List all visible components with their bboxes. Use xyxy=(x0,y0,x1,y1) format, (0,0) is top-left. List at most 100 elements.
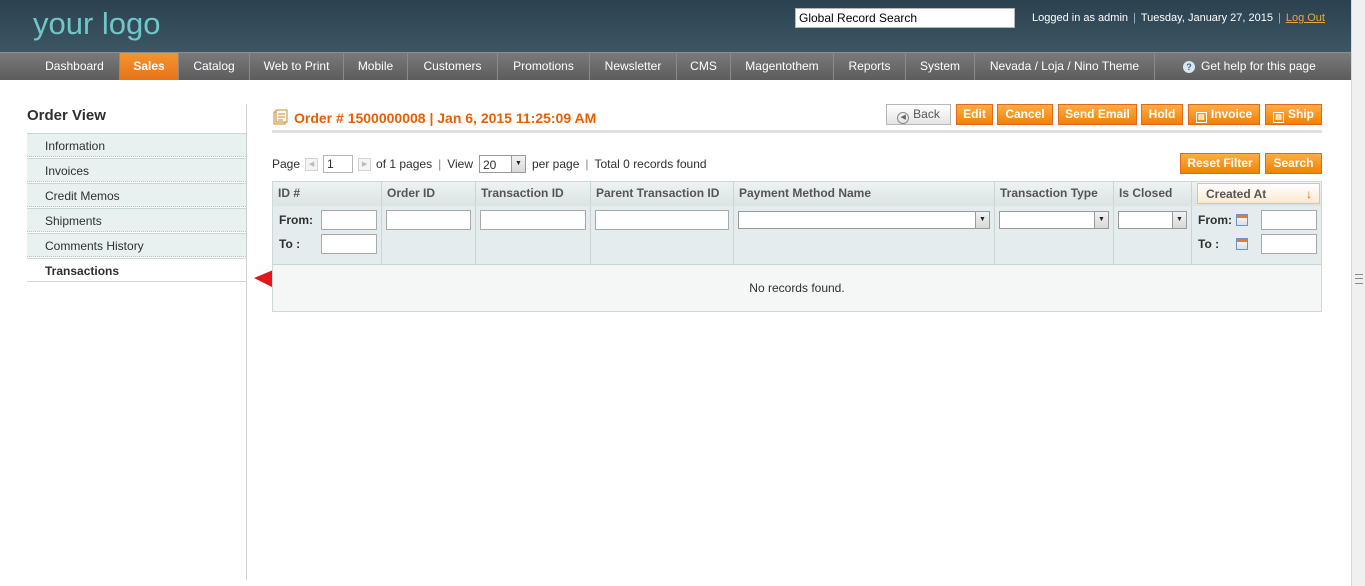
column-header-transaction-id[interactable]: Transaction ID xyxy=(476,182,591,205)
header-separator: | xyxy=(1133,12,1136,24)
nav-item-catalog[interactable]: Catalog xyxy=(179,53,250,80)
ship-button[interactable]: ▤ Ship xyxy=(1265,104,1322,125)
logo[interactable]: your logo xyxy=(33,6,161,42)
calendar-icon[interactable] xyxy=(1236,214,1248,226)
filter-cell-order-id xyxy=(382,206,476,264)
transactions-grid: ID # Order ID Transaction ID Parent Tran… xyxy=(272,181,1322,312)
nav-item-reports[interactable]: Reports xyxy=(834,53,906,80)
created-at-label: Created At xyxy=(1206,187,1267,201)
total-records-text: Total 0 records found xyxy=(594,157,707,171)
pager-separator: | xyxy=(438,157,442,171)
filter-transaction-id-input[interactable] xyxy=(480,210,586,230)
empty-grid-message: No records found. xyxy=(273,265,1321,311)
nav-item-customers[interactable]: Customers xyxy=(408,53,498,80)
grid-header-row: ID # Order ID Transaction ID Parent Tran… xyxy=(273,182,1321,207)
nav-item-promotions[interactable]: Promotions xyxy=(498,53,590,80)
column-header-is-closed[interactable]: Is Closed xyxy=(1114,182,1192,205)
column-header-payment-method-name[interactable]: Payment Method Name xyxy=(734,182,995,205)
chevron-down-icon[interactable]: ▼ xyxy=(511,156,525,172)
invoice-button-label: Invoice xyxy=(1210,107,1253,121)
filter-order-id-input[interactable] xyxy=(386,210,471,230)
page-number-input[interactable]: 1 xyxy=(323,155,354,173)
filter-cell-created-at: From: To : xyxy=(1192,206,1321,264)
invoice-doc-icon: ▤ xyxy=(1195,112,1207,123)
sidebar-item-transactions[interactable]: Transactions xyxy=(27,258,246,282)
invoice-button[interactable]: ▤ Invoice xyxy=(1188,104,1260,125)
global-search-input[interactable] xyxy=(795,8,1015,28)
hold-button[interactable]: Hold xyxy=(1141,104,1183,125)
sidebar-item-information[interactable]: Information xyxy=(27,133,246,157)
help-circle-icon: ? xyxy=(1183,61,1195,73)
nav-item-newsletter[interactable]: Newsletter xyxy=(590,53,677,80)
search-button[interactable]: Search xyxy=(1265,153,1322,174)
nav-item-nevada-theme[interactable]: Nevada / Loja / Nino Theme xyxy=(975,53,1155,80)
of-pages-text: of 1 pages xyxy=(376,157,433,171)
pager-separator: | xyxy=(585,157,589,171)
column-header-id[interactable]: ID # xyxy=(273,182,382,205)
to-label: To : xyxy=(1198,237,1220,251)
help-link[interactable]: ? Get help for this page xyxy=(1183,53,1316,80)
sidebar-item-credit-memos[interactable]: Credit Memos xyxy=(27,183,246,207)
column-header-transaction-type[interactable]: Transaction Type xyxy=(995,182,1114,205)
per-page-value: 20 xyxy=(483,157,497,172)
header-user-info: Logged in as admin | Tuesday, January 27, … xyxy=(1032,12,1325,24)
nav-item-system[interactable]: System xyxy=(906,53,975,80)
send-email-button[interactable]: Send Email xyxy=(1058,104,1137,125)
header-date: Tuesday, January 27, 2015 xyxy=(1140,12,1273,24)
nav-item-sales[interactable]: Sales xyxy=(120,53,179,80)
edit-button[interactable]: Edit xyxy=(956,104,993,125)
logout-link[interactable]: Log Out xyxy=(1286,12,1325,24)
sort-down-arrow-icon: ↓ xyxy=(1306,187,1312,201)
ship-button-label: Ship xyxy=(1288,107,1314,121)
column-header-parent-transaction-id[interactable]: Parent Transaction ID xyxy=(591,182,734,205)
filter-cell-id: From: To : xyxy=(273,206,382,264)
nav-item-web-to-print[interactable]: Web to Print xyxy=(250,53,344,80)
filter-cell-transaction-type: ▼ xyxy=(995,206,1114,264)
sidebar-item-invoices[interactable]: Invoices xyxy=(27,158,246,182)
top-header: your logo Logged in as admin | Tuesday, Ja… xyxy=(0,0,1351,52)
help-label: Get help for this page xyxy=(1201,59,1316,73)
filter-cell-payment-method: ▼ xyxy=(734,206,995,264)
scrollbar-grip-icon[interactable] xyxy=(1355,274,1363,284)
prev-page-arrow-icon[interactable]: ◀ xyxy=(305,157,319,171)
main-nav: Dashboard Sales Catalog Web to Print Mob… xyxy=(0,52,1351,80)
sidebar-item-shipments[interactable]: Shipments xyxy=(27,208,246,232)
cancel-button[interactable]: Cancel xyxy=(997,104,1053,125)
calendar-icon[interactable] xyxy=(1236,238,1248,250)
to-label: To : xyxy=(279,237,301,251)
nav-item-magentothem[interactable]: Magentothem xyxy=(731,53,834,80)
filter-parent-transaction-id-input[interactable] xyxy=(595,210,729,230)
chevron-down-icon[interactable]: ▼ xyxy=(1094,212,1108,228)
filter-created-from-input[interactable] xyxy=(1261,210,1317,230)
filter-is-closed-select[interactable]: ▼ xyxy=(1118,211,1187,229)
sidebar-item-comments-history[interactable]: Comments History xyxy=(27,233,246,257)
column-header-created-at[interactable]: Created At ↓ xyxy=(1197,183,1320,204)
per-page-text: per page xyxy=(532,157,580,171)
page-label: Page xyxy=(272,157,301,171)
from-label: From: xyxy=(1198,213,1232,227)
filter-cell-is-closed: ▼ xyxy=(1114,206,1192,264)
back-button[interactable]: ◀ Back xyxy=(886,104,951,125)
column-header-order-id[interactable]: Order ID xyxy=(382,182,476,205)
view-label: View xyxy=(447,157,473,171)
vertical-scrollbar[interactable] xyxy=(1351,0,1365,586)
grid-filter-row: From: To : ▼ ▼ ▼ From: To : xyxy=(273,206,1321,265)
next-page-arrow-icon[interactable]: ▶ xyxy=(358,157,372,171)
title-divider xyxy=(272,130,1322,133)
reset-filter-button[interactable]: Reset Filter xyxy=(1180,153,1260,174)
filter-payment-method-select[interactable]: ▼ xyxy=(738,211,990,229)
filter-id-to-input[interactable] xyxy=(321,234,377,254)
chevron-down-icon[interactable]: ▼ xyxy=(975,212,989,228)
filter-id-from-input[interactable] xyxy=(321,210,377,230)
chevron-down-icon[interactable]: ▼ xyxy=(1172,212,1186,228)
per-page-select[interactable]: 20 ▼ xyxy=(479,155,526,173)
order-doc-icon xyxy=(273,109,288,125)
grid-pager: Page ◀ 1 ▶ of 1 pages | View 20 ▼ per page | Total … xyxy=(272,155,707,173)
back-button-label: Back xyxy=(913,107,940,121)
header-separator: | xyxy=(1277,12,1281,24)
nav-item-mobile[interactable]: Mobile xyxy=(344,53,408,80)
nav-item-cms[interactable]: CMS xyxy=(677,53,731,80)
filter-created-to-input[interactable] xyxy=(1261,234,1317,254)
filter-transaction-type-select[interactable]: ▼ xyxy=(999,211,1109,229)
nav-item-dashboard[interactable]: Dashboard xyxy=(30,53,120,80)
